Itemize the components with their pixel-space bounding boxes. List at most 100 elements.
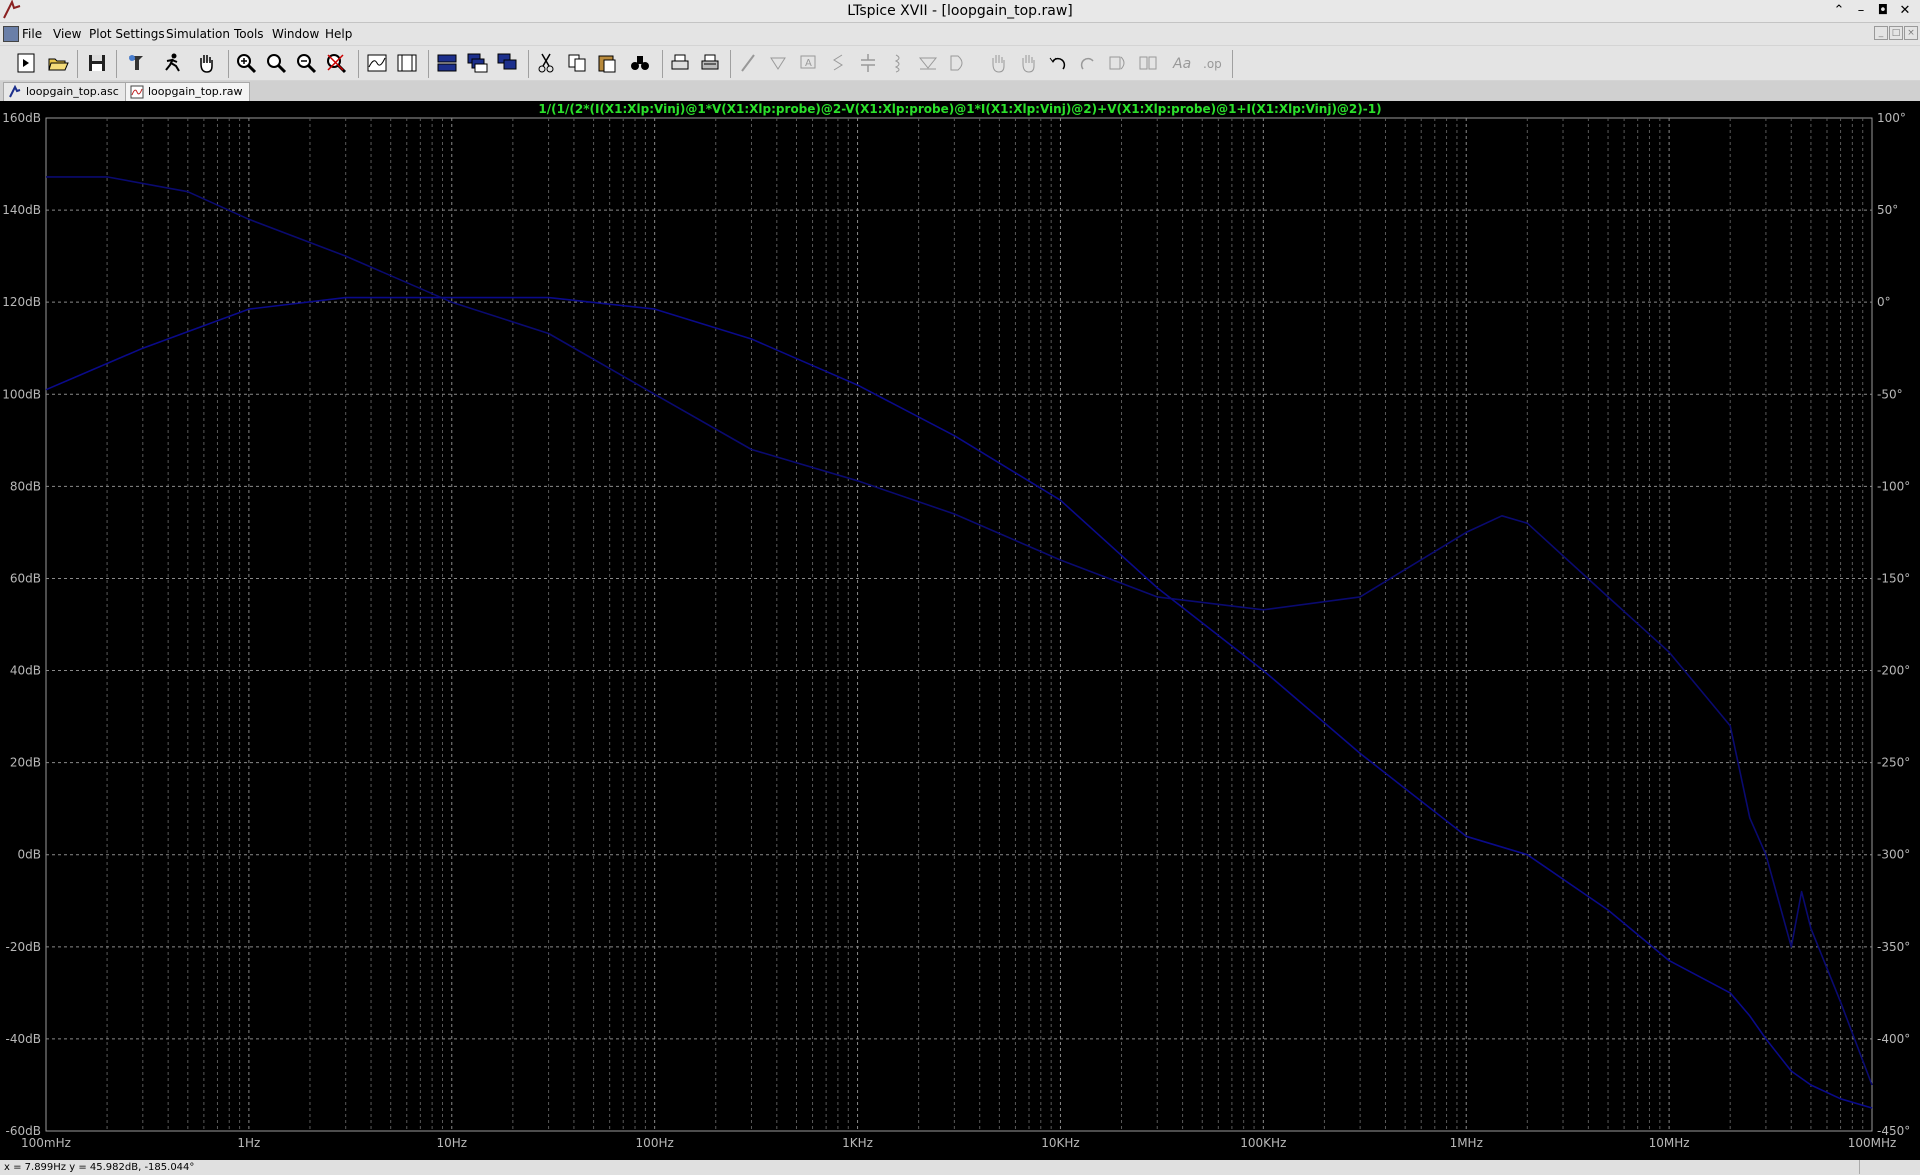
mdi-document-icon[interactable] [3,26,19,42]
paste-icon[interactable] [595,51,619,75]
y-left-tick-label: 60dB [10,571,41,585]
y-right-tick-label: -450° [1877,1124,1910,1138]
y-right-tick-label: -250° [1877,756,1910,770]
menu-simulation[interactable]: Simulation [166,27,230,41]
y-left-tick-label: 80dB [10,479,41,493]
menu-help[interactable]: Help [325,27,352,41]
x-tick-label: 10Hz [436,1136,467,1150]
toolbar-separator [1232,50,1233,78]
find-icon[interactable] [628,51,652,75]
ground-icon[interactable] [766,51,790,75]
diode-icon[interactable] [916,51,940,75]
toolbar-separator [528,50,529,78]
tab-bar: loopgain_top.asc loopgain_top.raw [0,81,1920,101]
x-tick-label: 1KHz [842,1136,873,1150]
tile-vertical-icon[interactable] [495,51,519,75]
tile-horizontal-icon[interactable] [435,51,459,75]
move-icon[interactable] [986,51,1010,75]
svg-text:.op: .op [1203,57,1222,71]
x-tick-label: 10MHz [1649,1136,1690,1150]
x-tick-label: 100Hz [636,1136,674,1150]
menu-plot-settings[interactable]: Plot Settings [89,27,165,41]
y-left-tick-label: -20dB [6,940,41,954]
tab-waveform[interactable]: loopgain_top.raw [125,82,250,101]
waveform-plot-pane[interactable]: 1/(1/(2*(I(X1:Xlp:Vinj)@1*V(X1:Xlp:probe… [0,101,1920,1160]
zoom-box-icon[interactable] [264,51,288,75]
bode-plot[interactable]: 1/(1/(2*(I(X1:Xlp:Vinj)@1*V(X1:Xlp:probe… [0,101,1920,1160]
menu-window[interactable]: Window [272,27,319,41]
print-setup-icon[interactable] [698,51,722,75]
mdi-close-button[interactable]: × [1904,26,1918,40]
y-right-tick-label: -100° [1877,479,1910,493]
control-panel-icon[interactable] [124,51,148,75]
run-icon[interactable] [160,51,184,75]
y-right-tick-label: -150° [1877,571,1910,585]
zoom-out-icon[interactable] [294,51,318,75]
svg-text:A: A [805,58,812,69]
cursor-readout: x = 7.899Hz y = 45.982dB, -185.044° [4,1162,195,1173]
menu-tools[interactable]: Tools [234,27,264,41]
y-right-tick-label: -50° [1877,387,1903,401]
window-maximize-button[interactable]: ◘ [1874,2,1892,20]
copy-icon[interactable] [565,51,589,75]
window-title: LTspice XVII - [loopgain_top.raw] [847,3,1073,19]
rotate-icon[interactable] [1106,51,1130,75]
toolbar-separator [358,50,359,78]
y-left-tick-label: 120dB [2,295,41,309]
x-tick-label: 10KHz [1041,1136,1079,1150]
open-icon[interactable] [46,51,70,75]
y-left-tick-label: 40dB [10,664,41,678]
x-tick-label: 100MHz [1848,1136,1897,1150]
y-right-tick-label: 50° [1877,203,1898,217]
svg-text:Aa: Aa [1172,56,1191,72]
save-icon[interactable] [85,51,109,75]
y-left-tick-label: 20dB [10,756,41,770]
cascade-icon[interactable] [465,51,489,75]
tab-waveform-label: loopgain_top.raw [148,85,243,98]
spice-directive-icon[interactable]: .op [1200,51,1224,75]
zoom-in-icon[interactable] [234,51,258,75]
resistor-icon[interactable] [826,51,850,75]
trace-expression-label[interactable]: 1/(1/(2*(I(X1:Xlp:Vinj)@1*V(X1:Xlp:probe… [538,102,1381,116]
mark-icon[interactable] [395,51,419,75]
inductor-icon[interactable] [886,51,910,75]
y-left-tick-label: 140dB [2,203,41,217]
undo-icon[interactable] [1046,51,1070,75]
mdi-restore-button[interactable]: □ [1889,26,1903,40]
print-icon[interactable] [668,51,692,75]
y-left-tick-label: -40dB [6,1032,41,1046]
cut-icon[interactable] [535,51,559,75]
plot-background [0,101,1920,1160]
new-schematic-icon[interactable] [14,51,38,75]
y-right-tick-label: -400° [1877,1032,1910,1046]
redo-icon[interactable] [1076,51,1100,75]
toolbar-separator [662,50,663,78]
menu-file[interactable]: File [22,27,42,41]
label-net-icon[interactable]: A [796,51,820,75]
mirror-icon[interactable] [1136,51,1160,75]
tab-schematic[interactable]: loopgain_top.asc [3,82,126,101]
zoom-fit-icon[interactable] [324,51,348,75]
toolbar-separator [428,50,429,78]
y-left-tick-label: -60dB [6,1124,41,1138]
component-icon[interactable] [946,51,970,75]
mdi-minimize-button[interactable]: _ [1874,26,1888,40]
x-tick-label: 1MHz [1450,1136,1483,1150]
window-minimize-button[interactable]: – [1852,2,1870,20]
window-close-button[interactable]: ✕ [1896,2,1914,20]
x-tick-label: 100mHz [21,1136,71,1150]
wire-icon[interactable] [736,51,760,75]
autorange-icon[interactable] [365,51,389,75]
tab-schematic-label: loopgain_top.asc [26,85,119,98]
capacitor-icon[interactable] [856,51,880,75]
pan-icon[interactable] [194,51,218,75]
menu-view[interactable]: View [53,27,81,41]
y-right-tick-label: 0° [1877,295,1891,309]
y-right-tick-label: -350° [1877,940,1910,954]
y-right-tick-label: 100° [1877,111,1906,125]
drag-icon[interactable] [1016,51,1040,75]
y-left-tick-label: 100dB [2,387,41,401]
text-icon[interactable]: Aa [1170,51,1194,75]
y-left-tick-label: 160dB [2,111,41,125]
window-restore-up-icon[interactable]: ⌃ [1830,2,1848,20]
